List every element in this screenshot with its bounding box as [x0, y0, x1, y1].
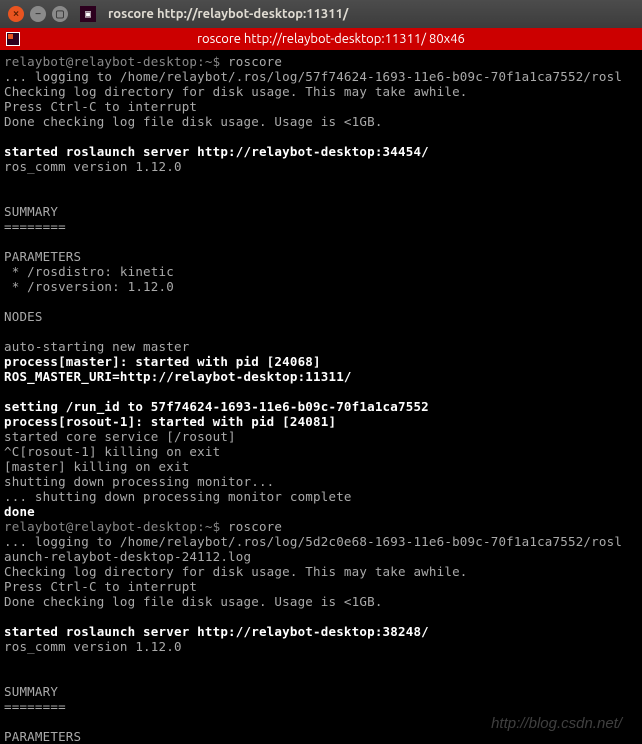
output-line: done	[4, 504, 35, 519]
prompt: relaybot@relaybot-desktop:~$	[4, 519, 228, 534]
output-line: * /rosdistro: kinetic	[4, 264, 174, 279]
output-line: Done checking log file disk usage. Usage…	[4, 594, 383, 609]
output-line: PARAMETERS	[4, 249, 81, 264]
maximize-button[interactable]: ▢	[52, 6, 68, 22]
output-line: Press Ctrl-C to interrupt	[4, 579, 197, 594]
tabbar: roscore http://relaybot-desktop:11311/ 8…	[0, 28, 642, 50]
output-line: PARAMETERS	[4, 729, 81, 744]
command: roscore	[228, 54, 282, 69]
app-icon: ▣	[80, 6, 96, 22]
output-line: auto-starting new master	[4, 339, 189, 354]
titlebar[interactable]: × − ▢ ▣ roscore http://relaybot-desktop:…	[0, 0, 642, 28]
output-line: started roslaunch server http://relaybot…	[4, 624, 429, 639]
output-line: process[rosout-1]: started with pid [240…	[4, 414, 336, 429]
output-line: setting /run_id to 57f74624-1693-11e6-b0…	[4, 399, 429, 414]
output-line: SUMMARY	[4, 204, 58, 219]
output-line: ========	[4, 699, 66, 714]
output-line: ROS_MASTER_URI=http://relaybot-desktop:1…	[4, 369, 352, 384]
output-line: Checking log directory for disk usage. T…	[4, 564, 468, 579]
output-line: NODES	[4, 309, 43, 324]
output-line: Done checking log file disk usage. Usage…	[4, 114, 383, 129]
output-line: ========	[4, 219, 66, 234]
prompt: relaybot@relaybot-desktop:~$	[4, 54, 228, 69]
output-line: ros_comm version 1.12.0	[4, 159, 182, 174]
command: roscore	[228, 519, 282, 534]
terminal-window: × − ▢ ▣ roscore http://relaybot-desktop:…	[0, 0, 642, 744]
output-line: process[master]: started with pid [24068…	[4, 354, 321, 369]
window-buttons: × − ▢	[8, 6, 68, 22]
output-line: Press Ctrl-C to interrupt	[4, 99, 197, 114]
output-line: ros_comm version 1.12.0	[4, 639, 182, 654]
output-line: shutting down processing monitor...	[4, 474, 274, 489]
output-line: ^C[rosout-1] killing on exit	[4, 444, 220, 459]
minimize-button[interactable]: −	[30, 6, 46, 22]
tab-title[interactable]: roscore http://relaybot-desktop:11311/ 8…	[26, 32, 636, 46]
output-line: * /rosversion: 1.12.0	[4, 279, 174, 294]
output-line: ... logging to /home/relaybot/.ros/log/5…	[4, 69, 622, 84]
output-line: started roslaunch server http://relaybot…	[4, 144, 429, 159]
tab-icon[interactable]	[6, 32, 20, 46]
terminal-output[interactable]: relaybot@relaybot-desktop:~$ roscore ...…	[0, 50, 642, 744]
output-line: ... shutting down processing monitor com…	[4, 489, 352, 504]
output-line: Checking log directory for disk usage. T…	[4, 84, 468, 99]
output-line: started core service [/rosout]	[4, 429, 236, 444]
output-line: aunch-relaybot-desktop-24112.log	[4, 549, 251, 564]
window-title: roscore http://relaybot-desktop:11311/	[108, 7, 348, 21]
output-line: SUMMARY	[4, 684, 58, 699]
output-line: [master] killing on exit	[4, 459, 189, 474]
output-line: ... logging to /home/relaybot/.ros/log/5…	[4, 534, 622, 549]
close-button[interactable]: ×	[8, 6, 24, 22]
